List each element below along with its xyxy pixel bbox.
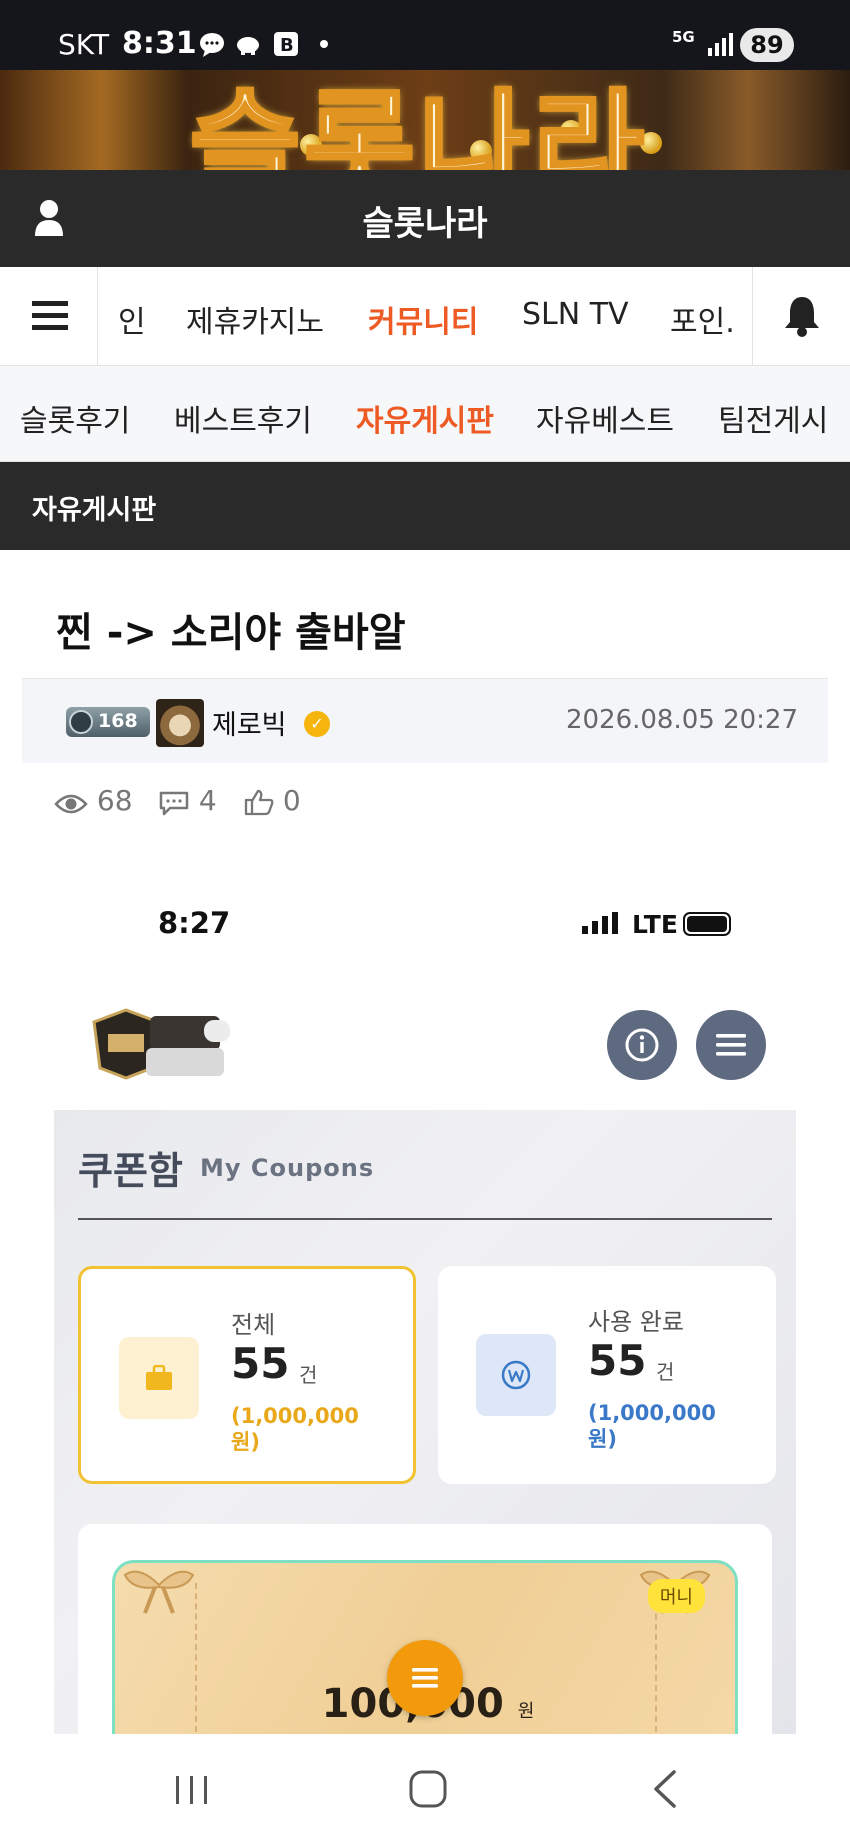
board-title: 자유게시판 <box>32 495 157 526</box>
coupon-panel-subtitle: My Coupons <box>200 1154 375 1182</box>
used-label: 사용 완료 <box>588 1308 684 1336</box>
post-title: 찐 -> 소리야 출바알 <box>56 610 406 656</box>
floating-menu-button[interactable] <box>387 1640 463 1716</box>
level-icon <box>69 710 93 734</box>
board-title-bar: 자유게시판 <box>0 462 850 550</box>
level-number: 168 <box>98 710 138 732</box>
total-label: 전체 <box>231 1311 276 1339</box>
post-image: 8:27 LTE 쿠폰함 My Coupons 전체 55 건 (1,000,0… <box>0 880 850 1734</box>
card-icon-bg <box>119 1337 199 1419</box>
divider <box>78 1218 772 1220</box>
avatar[interactable] <box>156 699 204 747</box>
home-icon[interactable] <box>398 1764 458 1814</box>
site-header: 슬롯나라 <box>0 170 850 267</box>
likes-count: 0 <box>282 784 301 817</box>
status-time: 8:31 <box>122 26 197 61</box>
recent-apps-icon[interactable] <box>162 1764 222 1814</box>
post-date: 2026.08.05 20:27 <box>565 705 798 735</box>
level-badge: 168 <box>66 707 150 737</box>
author-name[interactable]: 제로빅 <box>212 703 287 742</box>
used-unit: 건 <box>656 1360 675 1384</box>
sub-item-team-board[interactable]: 팀전게시 <box>718 396 828 440</box>
nav-item-point[interactable]: 포인. <box>670 297 735 341</box>
banner-logo-text: 슬롯나라 <box>188 77 648 170</box>
nav-item-community[interactable]: 커뮤니티 <box>368 297 478 341</box>
embedded-signal-icon <box>582 912 618 934</box>
sub-item-slot-review[interactable]: 슬롯후기 <box>20 396 130 440</box>
info-button[interactable] <box>607 1010 677 1080</box>
nav-item-partner-casino[interactable]: 제휴카지노 <box>186 297 324 341</box>
piggy-bank-icon <box>237 37 259 55</box>
info-icon <box>625 1028 659 1062</box>
total-unit: 건 <box>299 1363 318 1387</box>
eye-icon <box>54 794 88 814</box>
coupon-unit: 원 <box>517 1701 535 1722</box>
site-title[interactable]: 슬롯나라 <box>0 196 850 245</box>
signal-icon <box>708 33 733 56</box>
total-coupons-card[interactable]: 전체 55 건 (1,000,000 원) <box>78 1266 416 1484</box>
hamburger-menu-icon <box>412 1668 438 1688</box>
carrier-label: SKT <box>58 28 110 61</box>
embedded-menu-button[interactable] <box>696 1010 766 1080</box>
nav-item-login[interactable]: 인 <box>118 297 146 341</box>
used-coupons-card[interactable]: 사용 완료 55 건 (1,000,000 원) <box>438 1266 776 1484</box>
total-amount: (1,000,000 원) <box>231 1404 359 1454</box>
author-bar: 168 제로빅 ✓ 2026.08.05 20:27 <box>22 678 828 763</box>
verified-badge-icon: ✓ <box>304 711 330 737</box>
comments-count: 4 <box>198 784 217 817</box>
coupon-type-badge: 머니 <box>647 1579 705 1613</box>
likes-stat[interactable]: 0 <box>244 784 301 817</box>
menu-button[interactable] <box>0 267 98 366</box>
zzin-casino-logo-icon <box>92 1008 230 1080</box>
system-nav-bar <box>0 1734 850 1842</box>
ribbon-bow-icon <box>123 1570 195 1614</box>
bell-icon <box>785 297 819 337</box>
chat-bubble-icon <box>200 33 224 57</box>
b-app-icon: B <box>274 32 298 56</box>
views-count: 68 <box>96 784 133 817</box>
bag-icon <box>146 1365 172 1390</box>
used-amount: (1,000,000 원) <box>588 1401 716 1451</box>
site-banner[interactable]: 슬롯나라 <box>0 70 850 170</box>
views-stat: 68 <box>54 784 133 817</box>
coupon-panel-title: 쿠폰함 <box>78 1149 183 1193</box>
won-coin-icon <box>501 1360 531 1390</box>
back-icon[interactable] <box>636 1764 696 1814</box>
main-nav: 인 제휴카지노 커뮤니티 SLN TV 포인. <box>0 267 850 366</box>
svg-text:B: B <box>280 35 294 56</box>
thumbs-up-icon <box>244 789 274 816</box>
comment-icon <box>159 791 189 816</box>
hamburger-menu-icon <box>32 301 68 330</box>
hamburger-menu-icon <box>716 1034 746 1056</box>
comments-stat: 4 <box>158 784 217 817</box>
sub-item-best-review[interactable]: 베스트후기 <box>174 396 312 440</box>
embedded-network-label: LTE <box>632 910 678 939</box>
sub-item-free-board[interactable]: 자유게시판 <box>356 396 494 440</box>
card-icon-bg <box>476 1334 556 1416</box>
network-label: 5G <box>672 28 695 46</box>
notification-button[interactable] <box>752 267 850 366</box>
dot-icon <box>320 40 328 48</box>
nav-item-sln-tv[interactable]: SLN TV <box>522 297 629 332</box>
main-nav-items: 인 제휴카지노 커뮤니티 SLN TV 포인. <box>98 267 752 366</box>
used-count: 55 <box>588 1336 647 1385</box>
sub-item-free-best[interactable]: 자유베스트 <box>536 396 674 440</box>
battery-indicator: 89 <box>740 28 794 62</box>
embedded-battery-icon <box>683 912 731 936</box>
embedded-status-time: 8:27 <box>158 906 231 940</box>
sub-nav: 슬롯후기 베스트후기 자유게시판 자유베스트 팀전게시 <box>0 366 850 462</box>
total-count: 55 <box>231 1339 290 1388</box>
